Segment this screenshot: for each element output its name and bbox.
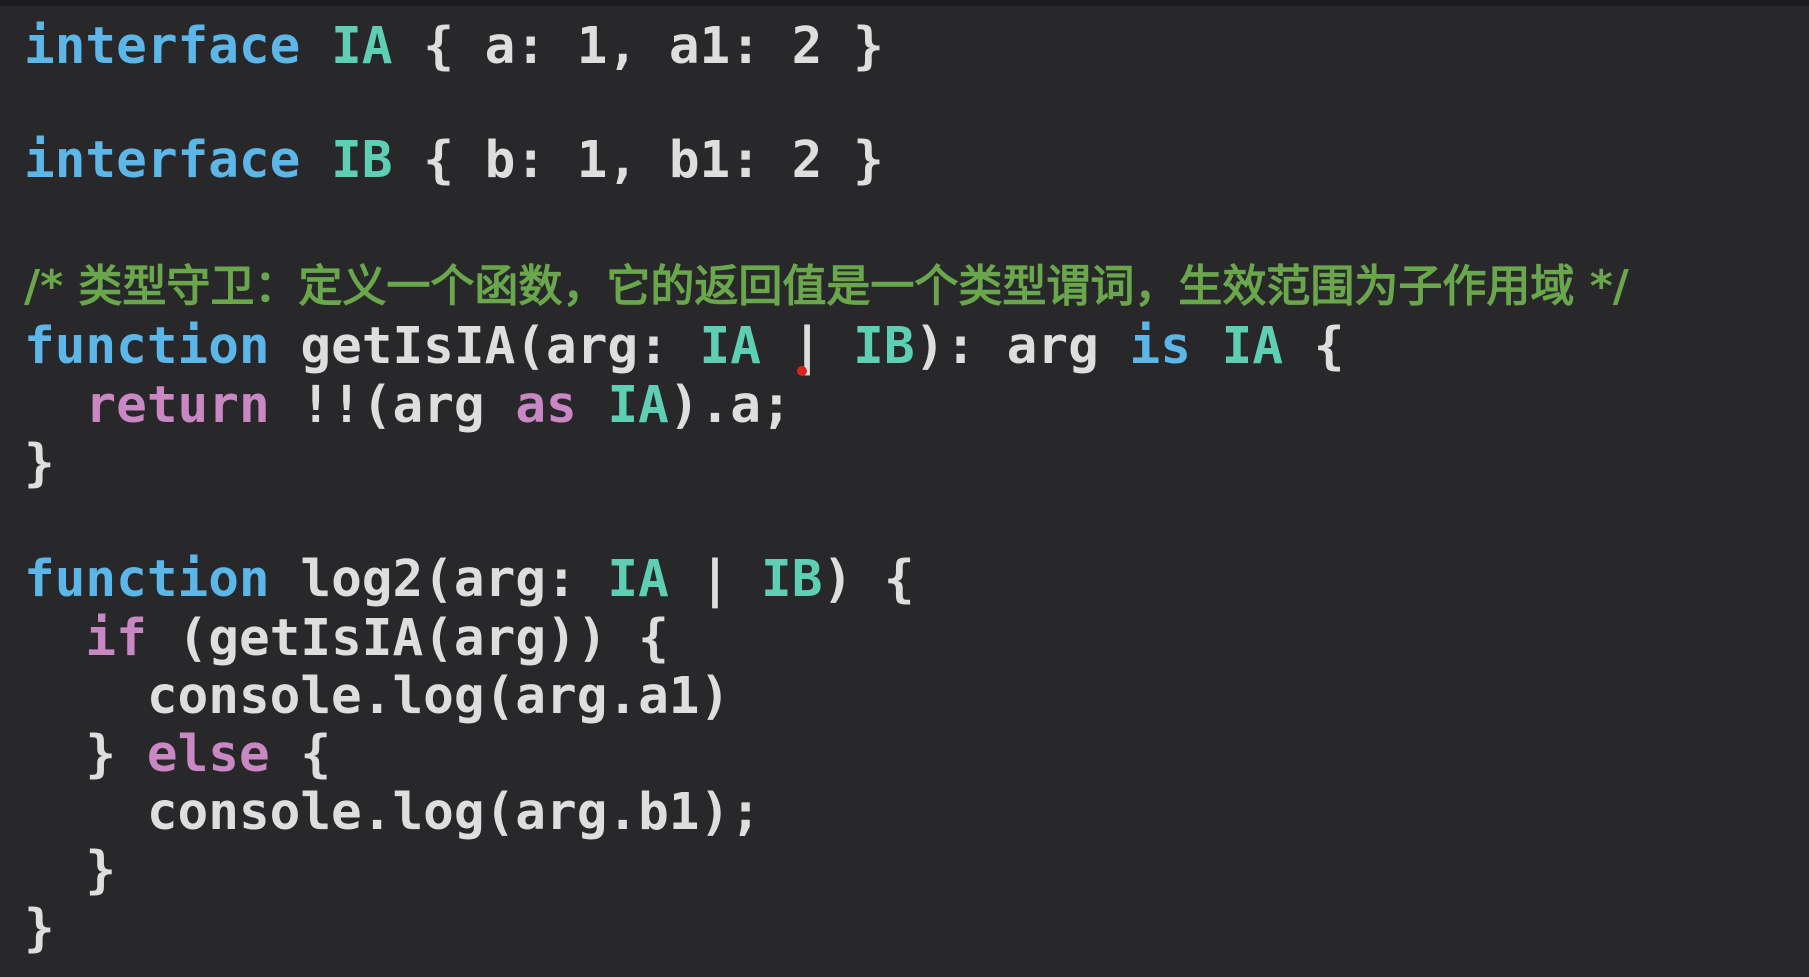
interface-body: { a: 1, a1: 2 } xyxy=(423,17,884,76)
code-line-5: return !!(arg as IA).a; xyxy=(24,376,792,435)
type-name: IA xyxy=(607,376,669,435)
function-signature: log2(arg: xyxy=(300,550,577,609)
union-separator: | xyxy=(791,317,823,376)
code-line-1: interface IA { a: 1, a1: 2 } xyxy=(24,18,884,76)
keyword-as: as xyxy=(515,376,577,435)
open-brace: { xyxy=(1313,317,1345,376)
close-brace: } xyxy=(85,841,117,900)
union-separator: | xyxy=(699,550,731,609)
code-editor[interactable]: interface IA { a: 1, a1: 2 } interface I… xyxy=(0,0,1809,977)
expression: !!(arg xyxy=(300,376,485,435)
code-line-9: console.log(arg.a1) xyxy=(24,668,730,726)
code-line-8: if (getIsIA(arg)) { xyxy=(24,609,669,668)
close-brace: } xyxy=(24,899,55,958)
close-brace: } xyxy=(24,434,55,493)
code-line-3: /* 类型守卫：定义一个函数，它的返回值是一个类型谓词，生效范围为子作用域 */ xyxy=(24,256,1629,316)
top-edge-bar xyxy=(0,0,1809,6)
code-line-12: } xyxy=(24,842,116,900)
code-line-7: function log2(arg: IA | IB) { xyxy=(24,551,915,609)
pointer-dot-icon xyxy=(797,366,807,376)
keyword-return: return xyxy=(85,376,270,435)
code-comment: /* 类型守卫：定义一个函数，它的返回值是一个类型谓词，生效范围为子作用域 */ xyxy=(24,261,1629,312)
keyword-function: function xyxy=(24,550,270,609)
type-name: IB xyxy=(761,550,823,609)
open-brace: ) { xyxy=(822,550,915,609)
open-brace: { xyxy=(300,725,332,784)
statement: console.log(arg.a1) xyxy=(146,667,731,726)
interface-body: { b: 1, b1: 2 } xyxy=(423,131,884,190)
statement: console.log(arg.b1); xyxy=(146,783,761,842)
type-name: IB xyxy=(331,131,393,190)
type-name: IA xyxy=(699,317,761,376)
code-line-2: interface IB { b: 1, b1: 2 } xyxy=(24,132,884,190)
code-line-10: } else { xyxy=(24,726,331,784)
keyword-is: is xyxy=(1129,317,1191,376)
code-line-6: } xyxy=(24,435,55,493)
type-name: IA xyxy=(331,17,393,76)
type-name: IA xyxy=(1221,317,1284,376)
condition: (getIsIA(arg)) { xyxy=(177,609,669,668)
keyword-if: if xyxy=(85,609,147,668)
keyword-interface: interface xyxy=(24,131,301,190)
type-name: IB xyxy=(853,317,915,376)
function-signature: getIsIA(arg: xyxy=(300,317,669,376)
type-name: IA xyxy=(607,550,669,609)
code-line-4: function getIsIA(arg: IA | IB): arg is I… xyxy=(24,318,1345,376)
keyword-interface: interface xyxy=(24,17,301,76)
close-brace: } xyxy=(85,725,117,784)
return-annotation: ): arg xyxy=(914,317,1099,376)
keyword-else: else xyxy=(146,725,270,784)
code-line-13: } xyxy=(24,900,55,958)
expression-end: ).a; xyxy=(668,376,792,435)
keyword-function: function xyxy=(24,317,270,376)
code-line-11: console.log(arg.b1); xyxy=(24,784,761,842)
